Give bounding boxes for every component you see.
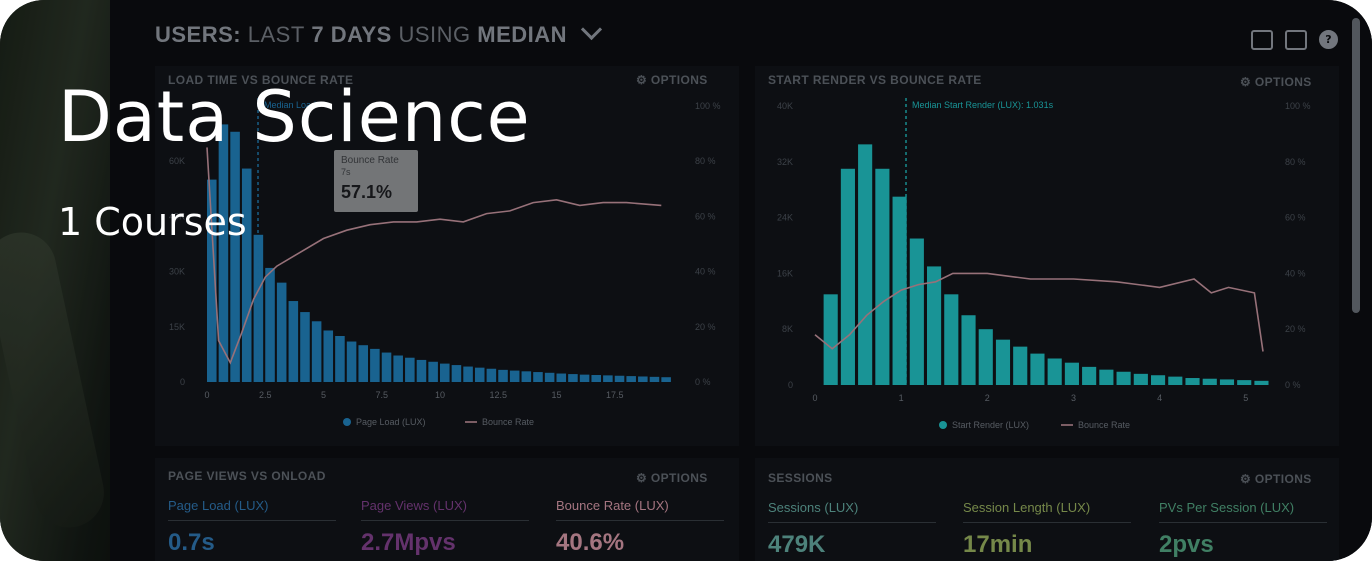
scrollbar[interactable] — [1352, 18, 1360, 313]
course-category-title: Data Science — [58, 76, 531, 158]
course-count: 1 Courses — [58, 200, 247, 244]
course-card[interactable]: USERS: LAST 7 DAYS USING MEDIAN ? LOAD T… — [0, 0, 1372, 561]
